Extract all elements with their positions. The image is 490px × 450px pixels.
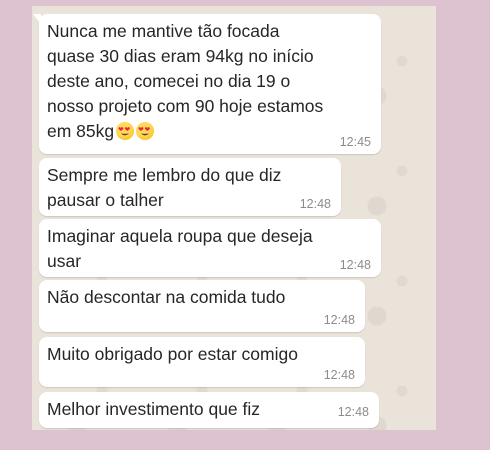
message-bubble[interactable]: Imaginar aquela roupa que deseja usar 12… — [39, 219, 381, 277]
message-line: Imaginar aquela roupa que deseja — [47, 226, 313, 246]
message-line: usar — [47, 251, 82, 271]
message-text: Melhor investimento que fiz — [47, 397, 260, 422]
message-timestamp: 12:48 — [339, 258, 371, 272]
message-line: Melhor investimento que fiz — [47, 399, 261, 419]
message-text: Imaginar aquela roupa que deseja usar — [47, 224, 313, 274]
message-bubble[interactable]: Sempre me lembro do que diz pausar o tal… — [39, 158, 341, 216]
message-timestamp: 12:48 — [323, 368, 355, 382]
message-line: nosso projeto com 90 hoje estamos — [47, 96, 324, 116]
message-text: Sempre me lembro do que diz pausar o tal… — [47, 163, 281, 213]
message-line: pausar o talher — [47, 190, 164, 210]
message-line: quase 30 dias eram 94kg no início — [47, 46, 314, 66]
message-timestamp: 12:48 — [337, 405, 369, 419]
message-bubble[interactable]: Nunca me mantive tão focada quase 30 dia… — [33, 14, 381, 154]
heart-eyes-emoji-icon — [116, 122, 135, 140]
message-line: deste ano, comecei no dia 19 o — [47, 71, 291, 91]
message-line: Sempre me lembro do que diz — [47, 165, 282, 185]
message-timestamp: 12:48 — [299, 197, 331, 211]
message-line: Não descontar na comida tudo — [47, 287, 286, 307]
message-text: Muito obrigado por estar comigo — [47, 342, 298, 367]
heart-eyes-emoji-icon — [136, 122, 155, 140]
message-bubble[interactable]: Melhor investimento que fiz 12:48 — [39, 392, 379, 428]
message-text: Não descontar na comida tudo — [47, 285, 285, 310]
chat-screen: Nunca me mantive tão focada quase 30 dia… — [32, 6, 436, 430]
message-bubble[interactable]: Não descontar na comida tudo 12:48 — [39, 280, 365, 332]
bubble-tail — [33, 14, 41, 24]
message-line: em 85kg — [47, 121, 115, 141]
message-timestamp: 12:45 — [339, 135, 371, 149]
message-timestamp: 12:48 — [323, 313, 355, 327]
message-line: Nunca me mantive tão focada — [47, 21, 280, 41]
message-line: Muito obrigado por estar comigo — [47, 344, 298, 364]
message-bubble[interactable]: Muito obrigado por estar comigo 12:48 — [39, 337, 365, 387]
message-text: Nunca me mantive tão focada quase 30 dia… — [47, 19, 323, 144]
